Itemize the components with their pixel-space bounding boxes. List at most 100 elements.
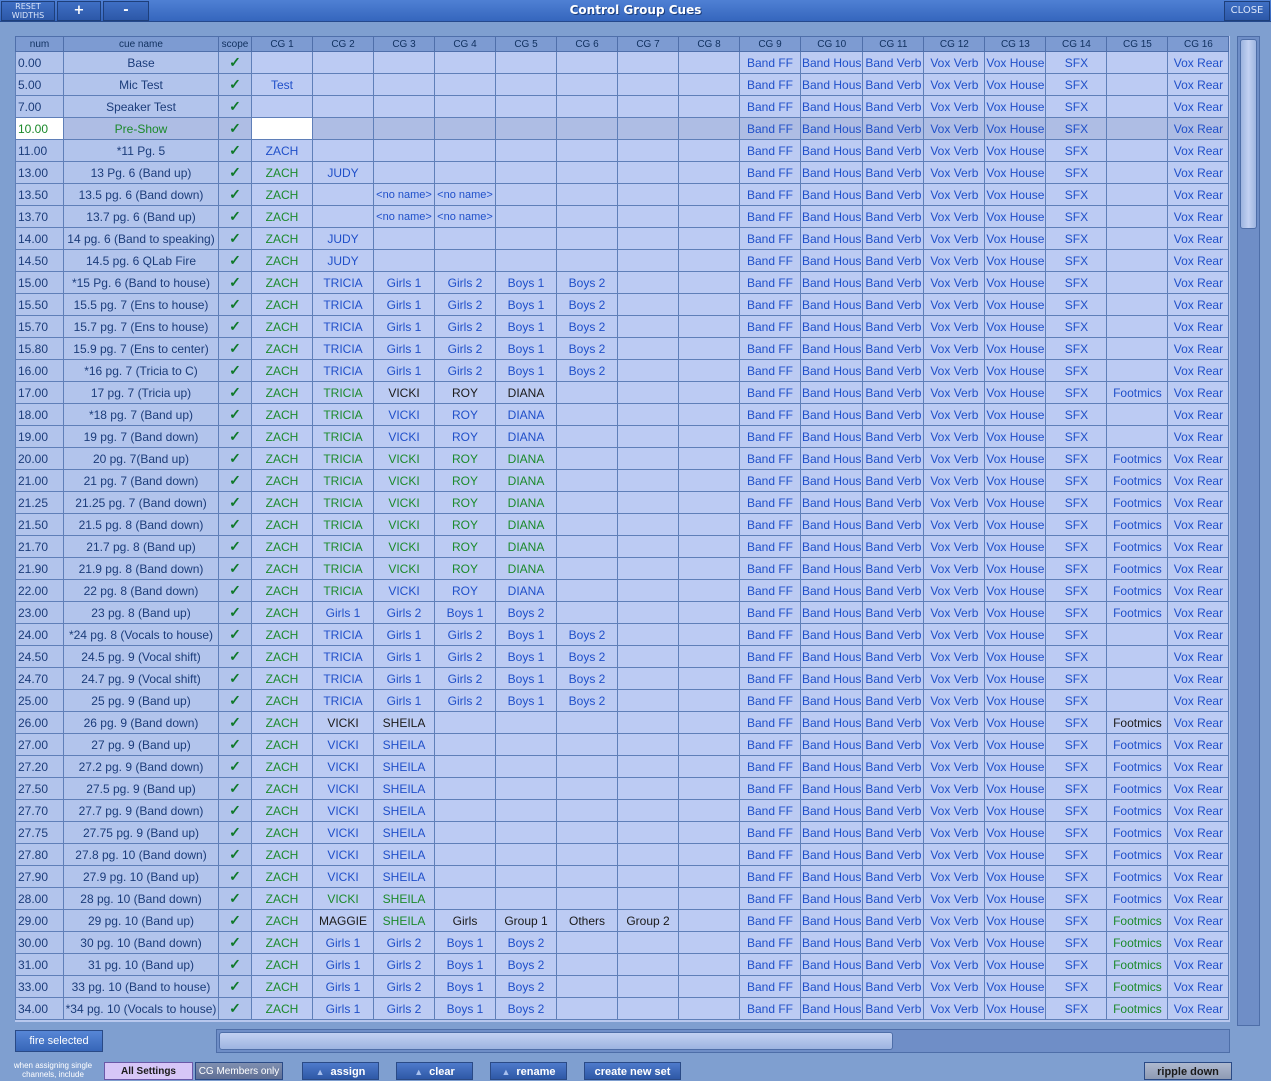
cg-cell-14[interactable]: SFX (1045, 733, 1108, 756)
cg-cell-8[interactable] (678, 645, 740, 668)
cg-cell-1[interactable]: ZACH (251, 447, 313, 470)
scope-check-icon[interactable]: ✓ (218, 645, 252, 668)
scope-check-icon[interactable]: ✓ (218, 403, 252, 426)
cue-row[interactable]: 33.00 33 pg. 10 (Band to house) ✓ ZACH Girls… (15, 975, 1230, 998)
cg-cell-9[interactable]: Band FF (739, 865, 801, 888)
cg-cell-7[interactable] (617, 623, 679, 646)
cg-cell-1[interactable]: ZACH (251, 469, 313, 492)
cg-cell-8[interactable] (678, 931, 740, 954)
scope-check-icon[interactable]: ✓ (218, 337, 252, 360)
scope-check-icon[interactable]: ✓ (218, 887, 252, 910)
scope-check-icon[interactable]: ✓ (218, 139, 252, 162)
cue-number[interactable]: 24.00 (15, 623, 64, 646)
cg-cell-16[interactable]: Vox Rear (1167, 975, 1230, 998)
cg-cell-6[interactable] (556, 95, 618, 118)
cue-row[interactable]: 23.00 23 pg. 8 (Band up) ✓ ZACH Girls 1 Girls… (15, 601, 1230, 624)
cue-number[interactable]: 14.00 (15, 227, 64, 250)
cg-cell-12[interactable]: Vox Verb (923, 689, 986, 712)
cg-cell-8[interactable] (678, 865, 740, 888)
cg-cell-10[interactable]: Band Hous (799, 227, 864, 250)
cg-cell-4[interactable]: Boys 1 (434, 953, 496, 976)
cg-cell-7[interactable] (617, 975, 679, 998)
cg-cell-6[interactable]: Boys 2 (556, 315, 618, 338)
cue-row[interactable]: 14.00 14 pg. 6 (Band to speaking) ✓ ZACH JUD… (15, 227, 1230, 250)
cg-cell-5[interactable] (495, 117, 557, 140)
cg-cell-10[interactable]: Band Hous (799, 161, 864, 184)
cue-name[interactable]: 27.2 pg. 9 (Band down) (63, 755, 219, 778)
cg-cell-1[interactable]: ZACH (251, 623, 313, 646)
cg-cell-1[interactable]: ZACH (251, 953, 313, 976)
cg-cell-9[interactable]: Band FF (739, 117, 801, 140)
cg-cell-1[interactable]: ZACH (251, 667, 313, 690)
cg-cell-5[interactable] (495, 161, 557, 184)
cg-cell-12[interactable]: Vox Verb (923, 755, 986, 778)
cg-cell-11[interactable]: Band Verb (862, 359, 925, 382)
close-button[interactable]: CLOSE (1224, 1, 1270, 21)
cg-cell-8[interactable] (678, 689, 740, 712)
cg-cell-13[interactable]: Vox House (984, 205, 1047, 228)
cg-cell-10[interactable]: Band Hous (799, 51, 864, 74)
cg-cell-12[interactable]: Vox Verb (923, 95, 986, 118)
cue-number[interactable]: 10.00 (15, 117, 64, 140)
cue-name[interactable]: 27.75 pg. 9 (Band up) (63, 821, 219, 844)
cg-cell-7[interactable] (617, 601, 679, 624)
cg-cell-8[interactable] (678, 843, 740, 866)
cg-cell-10[interactable]: Band Hous (799, 557, 864, 580)
cg-cell-10[interactable]: Band Hous (799, 777, 864, 800)
cg-cell-2[interactable] (312, 95, 374, 118)
cg-cell-4[interactable]: Boys 1 (434, 931, 496, 954)
cg-cell-9[interactable]: Band FF (739, 997, 801, 1020)
cg-cell-13[interactable]: Vox House (984, 117, 1047, 140)
cue-row[interactable]: 31.00 31 pg. 10 (Band up) ✓ ZACH Girls 1 Girl… (15, 953, 1230, 976)
cg-cell-7[interactable] (617, 381, 679, 404)
cue-name[interactable]: 21.5 pg. 8 (Band down) (63, 513, 219, 536)
cg-cell-16[interactable]: Vox Rear (1167, 623, 1230, 646)
cue-row[interactable]: 18.00 *18 pg. 7 (Band up) ✓ ZACH TRICIA VICKI… (15, 403, 1230, 426)
scope-check-icon[interactable]: ✓ (218, 777, 252, 800)
cg-cell-12[interactable]: Vox Verb (923, 315, 986, 338)
scope-check-icon[interactable]: ✓ (218, 689, 252, 712)
cg-cell-9[interactable]: Band FF (739, 931, 801, 954)
cg-cell-13[interactable]: Vox House (984, 337, 1047, 360)
cg-cell-7[interactable] (617, 139, 679, 162)
cg-cell-5[interactable]: Boys 1 (495, 667, 557, 690)
cue-name[interactable]: 27 pg. 9 (Band up) (63, 733, 219, 756)
cg-cell-14[interactable]: SFX (1045, 337, 1108, 360)
cg-cell-15[interactable]: Footmics (1106, 865, 1169, 888)
cg-cell-5[interactable]: Boys 1 (495, 689, 557, 712)
scope-check-icon[interactable]: ✓ (218, 931, 252, 954)
cg-cell-5[interactable] (495, 183, 557, 206)
cg-cell-1[interactable]: ZACH (251, 403, 313, 426)
cg-cell-4[interactable]: Girls 2 (434, 271, 496, 294)
cg-cell-7[interactable] (617, 579, 679, 602)
cg-cell-15[interactable]: Footmics (1106, 557, 1169, 580)
cg-cell-14[interactable]: SFX (1045, 865, 1108, 888)
cg-cell-1[interactable]: ZACH (251, 557, 313, 580)
cg-cell-12[interactable]: Vox Verb (923, 931, 986, 954)
cg-cell-4[interactable] (434, 865, 496, 888)
cue-number[interactable]: 23.00 (15, 601, 64, 624)
cg-cell-4[interactable]: <no name> (434, 183, 496, 206)
cg-cell-9[interactable]: Band FF (739, 799, 801, 822)
cg-cell-12[interactable]: Vox Verb (923, 953, 986, 976)
cg-cell-14[interactable]: SFX (1045, 381, 1108, 404)
cg-cell-10[interactable]: Band Hous (799, 315, 864, 338)
cg-cell-8[interactable] (678, 271, 740, 294)
column-header-scope[interactable]: scope (218, 36, 252, 52)
cg-cell-16[interactable]: Vox Rear (1167, 513, 1230, 536)
cg-cell-10[interactable]: Band Hous (799, 579, 864, 602)
cg-cell-12[interactable]: Vox Verb (923, 403, 986, 426)
cg-cell-10[interactable]: Band Hous (799, 183, 864, 206)
cg-cell-6[interactable] (556, 755, 618, 778)
cg-cell-10[interactable]: Band Hous (799, 645, 864, 668)
cue-number[interactable]: 21.70 (15, 535, 64, 558)
cg-cell-7[interactable] (617, 491, 679, 514)
cue-number[interactable]: 33.00 (15, 975, 64, 998)
cue-name[interactable]: Speaker Test (63, 95, 219, 118)
cg-cell-12[interactable]: Vox Verb (923, 601, 986, 624)
cg-cell-15[interactable] (1106, 667, 1169, 690)
cg-cell-13[interactable]: Vox House (984, 535, 1047, 558)
cue-number[interactable]: 0.00 (15, 51, 64, 74)
cg-cell-5[interactable]: Boys 1 (495, 645, 557, 668)
cg-cell-11[interactable]: Band Verb (862, 909, 925, 932)
